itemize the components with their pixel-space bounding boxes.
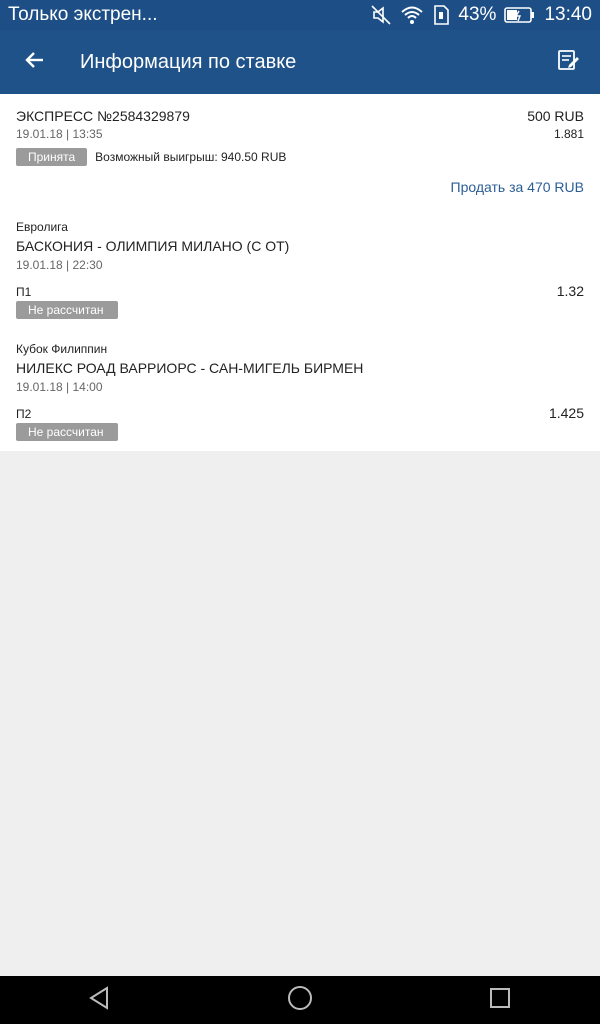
status-badge: Принята — [16, 148, 88, 166]
event-coefficient: 1.425 — [548, 405, 584, 421]
event-outcome: П1 — [16, 285, 32, 299]
notification-text: Только экстрен... — [8, 4, 158, 25]
sim-icon — [432, 4, 450, 26]
circle-home-icon — [286, 984, 314, 1017]
status-bar: Только экстрен... 43% 13:40 — [0, 0, 600, 30]
battery-percent: 43% — [458, 4, 497, 25]
sell-bet-link[interactable]: Продать за 470 RUB — [451, 179, 584, 195]
back-button[interactable] — [0, 30, 70, 94]
event-coefficient: 1.32 — [556, 283, 584, 299]
event-league: Кубок Филиппин — [16, 342, 108, 356]
possible-win: Возможный выигрыш: 940.50 RUB — [95, 150, 287, 164]
event-match: БАСКОНИЯ - ОЛИМПИЯ МИЛАНО (С ОТ) — [16, 238, 290, 254]
event-match: НИЛЕКС РОАД ВАРРИОРС - САН-МИГЕЛЬ БИРМЕН — [16, 360, 364, 376]
triangle-back-icon — [87, 985, 113, 1016]
app-bar: Информация по ставке — [0, 30, 600, 94]
bet-datetime: 19.01.18 | 13:35 — [16, 127, 103, 141]
nav-recents-button[interactable] — [470, 976, 530, 1024]
edit-button[interactable] — [536, 30, 600, 94]
wifi-icon — [400, 5, 424, 25]
mute-icon — [370, 4, 392, 26]
event-outcome: П2 — [16, 407, 32, 421]
event-datetime: 19.01.18 | 22:30 — [16, 258, 103, 272]
edit-note-icon — [556, 48, 580, 77]
page-title: Информация по ставке — [80, 50, 297, 73]
system-nav-bar — [0, 976, 600, 1024]
bet-name: ЭКСПРЕСС №2584329879 — [16, 108, 190, 124]
status-time: 13:40 — [544, 4, 592, 25]
bet-amount: 500 RUB — [527, 108, 584, 124]
nav-back-button[interactable] — [70, 976, 130, 1024]
event-league: Евролига — [16, 220, 68, 234]
event-datetime: 19.01.18 | 14:00 — [16, 380, 103, 394]
nav-home-button[interactable] — [270, 976, 330, 1024]
square-recents-icon — [488, 986, 512, 1015]
event-status-badge: Не рассчитан — [16, 423, 118, 441]
battery-icon — [504, 6, 536, 24]
event-status-badge: Не рассчитан — [16, 301, 118, 319]
bet-coefficient: 1.881 — [553, 127, 584, 141]
bet-details: ЭКСПРЕСС №2584329879 500 RUB 19.01.18 | … — [0, 94, 600, 451]
arrow-back-icon — [24, 49, 46, 76]
